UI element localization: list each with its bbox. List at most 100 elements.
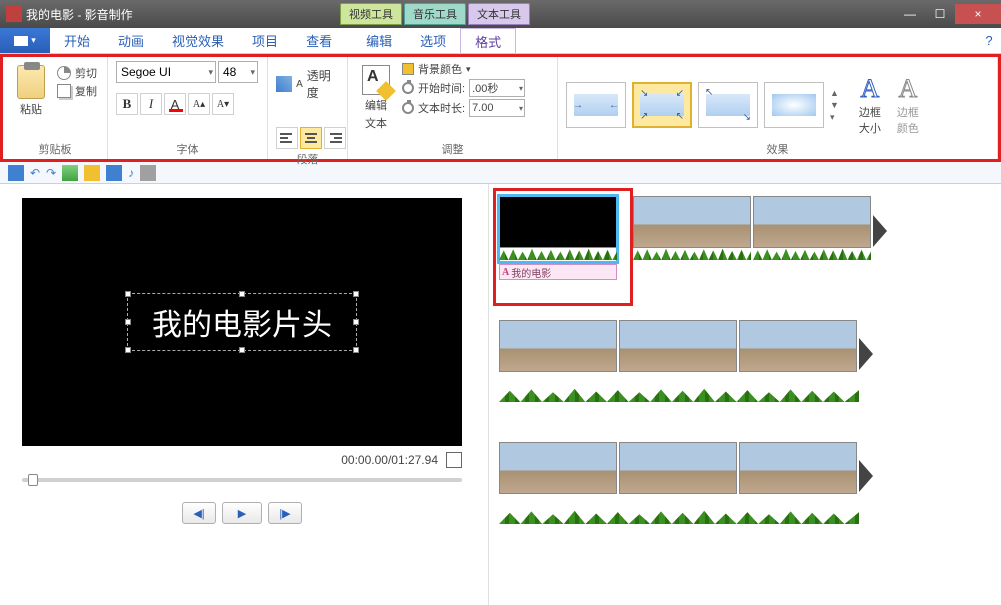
tab-edit[interactable]: 编辑 — [352, 28, 406, 53]
row-continue-icon — [859, 338, 873, 370]
clip-4[interactable] — [619, 320, 737, 386]
cut-button[interactable]: 剪切 — [57, 65, 97, 81]
seek-thumb[interactable] — [28, 474, 38, 486]
timeline-row-2 — [499, 320, 991, 402]
qat-music-icon[interactable]: ♪ — [128, 166, 134, 180]
effect-thumb-3[interactable]: ↖↘ — [698, 82, 758, 128]
clip-title[interactable] — [499, 196, 617, 262]
row-continue-icon — [859, 460, 873, 492]
start-time-label: 开始时间: — [418, 80, 465, 96]
border-color-button[interactable]: A边框 颜色 — [891, 74, 925, 136]
clip-3[interactable] — [499, 320, 617, 386]
clip-7[interactable] — [619, 442, 737, 508]
seek-slider[interactable] — [22, 478, 462, 482]
window-controls: — ☐ × — [895, 4, 1001, 24]
help-button[interactable]: ? — [977, 28, 1001, 53]
effects-scroll[interactable]: ▲▼▾ — [830, 88, 839, 123]
video-tools-tab[interactable]: 视频工具 — [340, 3, 402, 25]
group-label-font: 字体 — [116, 139, 259, 157]
tab-format[interactable]: 格式 — [460, 28, 516, 53]
minimize-button[interactable]: — — [895, 4, 925, 24]
group-clipboard: 粘贴 剪切 复制 剪贴板 — [3, 57, 108, 159]
contextual-tool-tabs: 视频工具 音乐工具 文本工具 — [340, 3, 530, 25]
close-button[interactable]: × — [955, 4, 1001, 24]
maximize-button[interactable]: ☐ — [925, 4, 955, 24]
effect-thumb-1[interactable]: →← — [566, 82, 626, 128]
duration-field[interactable]: 7.00 — [469, 99, 525, 117]
bold-button[interactable]: B — [116, 93, 138, 115]
shrink-font-button[interactable]: A▾ — [212, 93, 234, 115]
qat-icon-3[interactable] — [106, 165, 122, 181]
scissors-icon — [57, 66, 71, 80]
preview-video[interactable]: 我的电影片头 — [22, 198, 462, 446]
start-time-field[interactable]: .00秒 — [469, 79, 525, 97]
qat-icon-2[interactable] — [84, 165, 100, 181]
clip-8[interactable] — [739, 442, 857, 508]
ribbon: 粘贴 剪切 复制 剪贴板 Segoe UI 48 B I A A▴ A▾ 字体 — [0, 54, 1001, 162]
time-display: 00:00.00/01:27.94 — [341, 453, 438, 467]
tab-animation[interactable]: 动画 — [104, 28, 158, 53]
menu-bar: 开始 动画 视觉效果 项目 查看 编辑 选项 格式 ? — [0, 28, 1001, 54]
title-text-selection[interactable]: 我的电影片头 — [127, 293, 357, 351]
copy-button[interactable]: 复制 — [57, 83, 97, 99]
file-menu-button[interactable] — [0, 28, 50, 53]
next-frame-button[interactable]: |▶ — [268, 502, 302, 524]
quick-access-toolbar: ↶ ↷ ♪ — [0, 162, 1001, 184]
title-bar: 我的电影 - 影音制作 视频工具 音乐工具 文本工具 — ☐ × — [0, 0, 1001, 28]
caption-bar[interactable]: A我的电影 — [499, 264, 617, 280]
fullscreen-icon[interactable] — [446, 452, 462, 468]
qat-icon-1[interactable] — [62, 165, 78, 181]
row-continue-icon — [873, 215, 887, 247]
font-name-combo[interactable]: Segoe UI — [116, 61, 216, 83]
timeline-pane: A我的电影 — [488, 184, 1001, 605]
background-color-button[interactable]: 背景颜色▾ — [402, 61, 525, 77]
border-size-button[interactable]: A边框 大小 — [853, 74, 887, 136]
align-right-button[interactable] — [324, 127, 346, 149]
grow-font-button[interactable]: A▴ — [188, 93, 210, 115]
timeline-row-1: A我的电影 — [499, 196, 991, 280]
workspace: 我的电影片头 00:00.00/01:27.94 ◀| ▶ |▶ A我的电影 — [0, 184, 1001, 605]
effect-thumb-2[interactable]: ↘↙↗↖ — [632, 82, 692, 128]
paste-button[interactable]: 粘贴 — [11, 61, 51, 117]
tab-project[interactable]: 项目 — [238, 28, 292, 53]
edit-text-button[interactable]: 编辑 文本 — [356, 61, 396, 131]
group-paragraph: A透明度 段落 — [268, 57, 348, 159]
align-center-button[interactable] — [300, 127, 322, 149]
group-label-effects: 效果 — [566, 139, 989, 157]
text-tools-tab[interactable]: 文本工具 — [468, 3, 530, 25]
preview-pane: 我的电影片头 00:00.00/01:27.94 ◀| ▶ |▶ — [0, 184, 488, 605]
play-button[interactable]: ▶ — [222, 502, 262, 524]
app-icon — [6, 6, 22, 22]
audio-tools-tab[interactable]: 音乐工具 — [404, 3, 466, 25]
qat-redo-icon[interactable]: ↷ — [46, 166, 56, 180]
stopwatch-icon — [402, 102, 414, 114]
group-effects: →← ↘↙↗↖ ↖↘ ▲▼▾ A边框 大小 A边框 颜色 效果 — [558, 57, 998, 159]
tab-home[interactable]: 开始 — [50, 28, 104, 53]
clip-5[interactable] — [739, 320, 857, 386]
qat-new-icon[interactable] — [8, 165, 24, 181]
tab-view[interactable]: 查看 — [292, 28, 346, 53]
qat-icon-4[interactable] — [140, 165, 156, 181]
paste-label: 粘贴 — [20, 101, 42, 117]
clip-6[interactable] — [499, 442, 617, 508]
font-color-button[interactable]: A — [164, 93, 186, 115]
clipboard-icon — [17, 65, 45, 99]
duration-label: 文本时长: — [418, 100, 465, 116]
qat-undo-icon[interactable]: ↶ — [30, 166, 40, 180]
clip-2[interactable] — [753, 196, 871, 262]
align-left-button[interactable] — [276, 127, 298, 149]
window-title: 我的电影 - 影音制作 — [26, 6, 133, 23]
effect-thumb-4[interactable] — [764, 82, 824, 128]
group-adjust: 编辑 文本 背景颜色▾ 开始时间:.00秒 文本时长:7.00 调整 — [348, 57, 558, 159]
transparency-button[interactable]: A透明度 — [276, 61, 339, 101]
clip-1[interactable] — [633, 196, 751, 262]
tab-options[interactable]: 选项 — [406, 28, 460, 53]
title-text[interactable]: 我的电影片头 — [152, 309, 332, 342]
prev-frame-button[interactable]: ◀| — [182, 502, 216, 524]
font-size-combo[interactable]: 48 — [218, 61, 258, 83]
tab-visual-effects[interactable]: 视觉效果 — [158, 28, 238, 53]
bucket-icon — [402, 63, 414, 75]
italic-button[interactable]: I — [140, 93, 162, 115]
group-font: Segoe UI 48 B I A A▴ A▾ 字体 — [108, 57, 268, 159]
group-label-adjust: 调整 — [356, 139, 549, 157]
